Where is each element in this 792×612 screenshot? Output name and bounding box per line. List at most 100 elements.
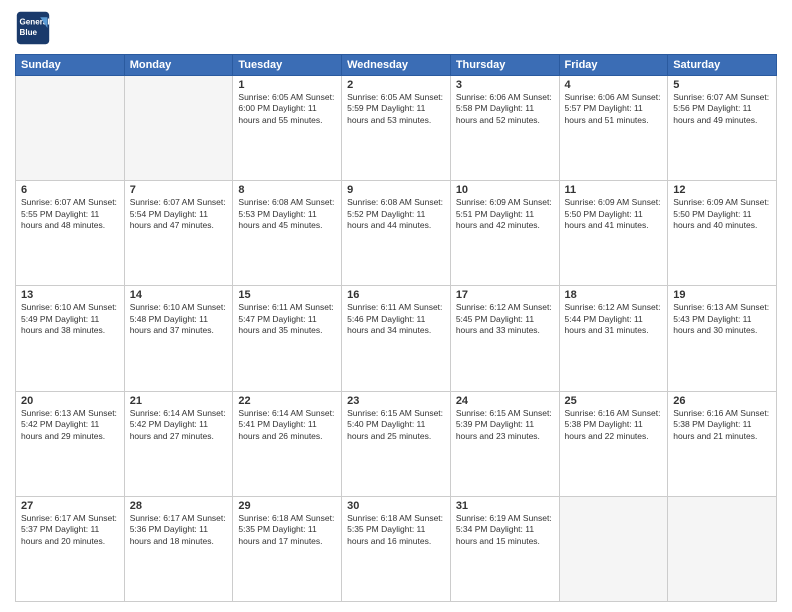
week-row-2: 6Sunrise: 6:07 AM Sunset: 5:55 PM Daylig… <box>16 181 777 286</box>
day-number: 17 <box>456 289 554 301</box>
cell-info: Sunrise: 6:06 AM Sunset: 5:58 PM Dayligh… <box>456 92 554 126</box>
cell-info: Sunrise: 6:06 AM Sunset: 5:57 PM Dayligh… <box>565 92 663 126</box>
weekday-header-thursday: Thursday <box>450 55 559 76</box>
cell-info: Sunrise: 6:16 AM Sunset: 5:38 PM Dayligh… <box>565 408 663 442</box>
cell-info: Sunrise: 6:12 AM Sunset: 5:45 PM Dayligh… <box>456 302 554 336</box>
day-number: 14 <box>130 289 228 301</box>
calendar-cell: 16Sunrise: 6:11 AM Sunset: 5:46 PM Dayli… <box>342 286 451 391</box>
day-number: 21 <box>130 395 228 407</box>
day-number: 2 <box>347 79 445 91</box>
calendar-cell: 5Sunrise: 6:07 AM Sunset: 5:56 PM Daylig… <box>668 76 777 181</box>
cell-info: Sunrise: 6:05 AM Sunset: 6:00 PM Dayligh… <box>238 92 336 126</box>
day-number: 25 <box>565 395 663 407</box>
cell-info: Sunrise: 6:15 AM Sunset: 5:39 PM Dayligh… <box>456 408 554 442</box>
week-row-3: 13Sunrise: 6:10 AM Sunset: 5:49 PM Dayli… <box>16 286 777 391</box>
calendar-cell: 17Sunrise: 6:12 AM Sunset: 5:45 PM Dayli… <box>450 286 559 391</box>
weekday-header-friday: Friday <box>559 55 668 76</box>
day-number: 6 <box>21 184 119 196</box>
cell-info: Sunrise: 6:17 AM Sunset: 5:37 PM Dayligh… <box>21 513 119 547</box>
day-number: 30 <box>347 500 445 512</box>
day-number: 26 <box>673 395 771 407</box>
weekday-header-wednesday: Wednesday <box>342 55 451 76</box>
day-number: 22 <box>238 395 336 407</box>
day-number: 5 <box>673 79 771 91</box>
cell-info: Sunrise: 6:11 AM Sunset: 5:46 PM Dayligh… <box>347 302 445 336</box>
calendar-cell: 27Sunrise: 6:17 AM Sunset: 5:37 PM Dayli… <box>16 496 125 601</box>
cell-info: Sunrise: 6:11 AM Sunset: 5:47 PM Dayligh… <box>238 302 336 336</box>
cell-info: Sunrise: 6:18 AM Sunset: 5:35 PM Dayligh… <box>238 513 336 547</box>
cell-info: Sunrise: 6:12 AM Sunset: 5:44 PM Dayligh… <box>565 302 663 336</box>
page: General Blue SundayMondayTuesdayWednesda… <box>0 0 792 612</box>
calendar-cell: 23Sunrise: 6:15 AM Sunset: 5:40 PM Dayli… <box>342 391 451 496</box>
calendar-cell: 24Sunrise: 6:15 AM Sunset: 5:39 PM Dayli… <box>450 391 559 496</box>
day-number: 11 <box>565 184 663 196</box>
day-number: 4 <box>565 79 663 91</box>
cell-info: Sunrise: 6:15 AM Sunset: 5:40 PM Dayligh… <box>347 408 445 442</box>
day-number: 7 <box>130 184 228 196</box>
calendar-cell: 21Sunrise: 6:14 AM Sunset: 5:42 PM Dayli… <box>124 391 233 496</box>
cell-info: Sunrise: 6:08 AM Sunset: 5:52 PM Dayligh… <box>347 197 445 231</box>
cell-info: Sunrise: 6:19 AM Sunset: 5:34 PM Dayligh… <box>456 513 554 547</box>
weekday-header-sunday: Sunday <box>16 55 125 76</box>
day-number: 29 <box>238 500 336 512</box>
calendar-cell: 3Sunrise: 6:06 AM Sunset: 5:58 PM Daylig… <box>450 76 559 181</box>
cell-info: Sunrise: 6:05 AM Sunset: 5:59 PM Dayligh… <box>347 92 445 126</box>
cell-info: Sunrise: 6:13 AM Sunset: 5:43 PM Dayligh… <box>673 302 771 336</box>
day-number: 24 <box>456 395 554 407</box>
calendar-cell: 9Sunrise: 6:08 AM Sunset: 5:52 PM Daylig… <box>342 181 451 286</box>
week-row-4: 20Sunrise: 6:13 AM Sunset: 5:42 PM Dayli… <box>16 391 777 496</box>
cell-info: Sunrise: 6:18 AM Sunset: 5:35 PM Dayligh… <box>347 513 445 547</box>
day-number: 19 <box>673 289 771 301</box>
cell-info: Sunrise: 6:10 AM Sunset: 5:48 PM Dayligh… <box>130 302 228 336</box>
day-number: 20 <box>21 395 119 407</box>
calendar-cell: 11Sunrise: 6:09 AM Sunset: 5:50 PM Dayli… <box>559 181 668 286</box>
calendar-cell: 2Sunrise: 6:05 AM Sunset: 5:59 PM Daylig… <box>342 76 451 181</box>
day-number: 18 <box>565 289 663 301</box>
weekday-header-tuesday: Tuesday <box>233 55 342 76</box>
day-number: 23 <box>347 395 445 407</box>
calendar-cell: 12Sunrise: 6:09 AM Sunset: 5:50 PM Dayli… <box>668 181 777 286</box>
calendar-cell: 19Sunrise: 6:13 AM Sunset: 5:43 PM Dayli… <box>668 286 777 391</box>
calendar-cell: 30Sunrise: 6:18 AM Sunset: 5:35 PM Dayli… <box>342 496 451 601</box>
cell-info: Sunrise: 6:07 AM Sunset: 5:56 PM Dayligh… <box>673 92 771 126</box>
cell-info: Sunrise: 6:16 AM Sunset: 5:38 PM Dayligh… <box>673 408 771 442</box>
cell-info: Sunrise: 6:14 AM Sunset: 5:42 PM Dayligh… <box>130 408 228 442</box>
day-number: 16 <box>347 289 445 301</box>
calendar-cell: 31Sunrise: 6:19 AM Sunset: 5:34 PM Dayli… <box>450 496 559 601</box>
calendar-cell: 28Sunrise: 6:17 AM Sunset: 5:36 PM Dayli… <box>124 496 233 601</box>
calendar-cell: 20Sunrise: 6:13 AM Sunset: 5:42 PM Dayli… <box>16 391 125 496</box>
cell-info: Sunrise: 6:09 AM Sunset: 5:50 PM Dayligh… <box>673 197 771 231</box>
calendar-cell <box>559 496 668 601</box>
weekday-header-row: SundayMondayTuesdayWednesdayThursdayFrid… <box>16 55 777 76</box>
cell-info: Sunrise: 6:17 AM Sunset: 5:36 PM Dayligh… <box>130 513 228 547</box>
calendar-cell: 4Sunrise: 6:06 AM Sunset: 5:57 PM Daylig… <box>559 76 668 181</box>
weekday-header-saturday: Saturday <box>668 55 777 76</box>
weekday-header-monday: Monday <box>124 55 233 76</box>
day-number: 9 <box>347 184 445 196</box>
day-number: 1 <box>238 79 336 91</box>
day-number: 10 <box>456 184 554 196</box>
day-number: 28 <box>130 500 228 512</box>
day-number: 31 <box>456 500 554 512</box>
day-number: 3 <box>456 79 554 91</box>
week-row-1: 1Sunrise: 6:05 AM Sunset: 6:00 PM Daylig… <box>16 76 777 181</box>
svg-text:Blue: Blue <box>20 28 38 37</box>
calendar-cell: 1Sunrise: 6:05 AM Sunset: 6:00 PM Daylig… <box>233 76 342 181</box>
calendar-cell: 8Sunrise: 6:08 AM Sunset: 5:53 PM Daylig… <box>233 181 342 286</box>
logo-icon: General Blue <box>15 10 51 46</box>
calendar-cell: 13Sunrise: 6:10 AM Sunset: 5:49 PM Dayli… <box>16 286 125 391</box>
calendar-cell: 14Sunrise: 6:10 AM Sunset: 5:48 PM Dayli… <box>124 286 233 391</box>
calendar-cell: 18Sunrise: 6:12 AM Sunset: 5:44 PM Dayli… <box>559 286 668 391</box>
cell-info: Sunrise: 6:09 AM Sunset: 5:50 PM Dayligh… <box>565 197 663 231</box>
cell-info: Sunrise: 6:08 AM Sunset: 5:53 PM Dayligh… <box>238 197 336 231</box>
calendar-table: SundayMondayTuesdayWednesdayThursdayFrid… <box>15 54 777 602</box>
header: General Blue <box>15 10 777 46</box>
calendar-cell: 15Sunrise: 6:11 AM Sunset: 5:47 PM Dayli… <box>233 286 342 391</box>
calendar-cell: 22Sunrise: 6:14 AM Sunset: 5:41 PM Dayli… <box>233 391 342 496</box>
calendar-cell: 29Sunrise: 6:18 AM Sunset: 5:35 PM Dayli… <box>233 496 342 601</box>
logo: General Blue <box>15 10 51 46</box>
day-number: 13 <box>21 289 119 301</box>
calendar-cell <box>16 76 125 181</box>
calendar-cell: 7Sunrise: 6:07 AM Sunset: 5:54 PM Daylig… <box>124 181 233 286</box>
cell-info: Sunrise: 6:13 AM Sunset: 5:42 PM Dayligh… <box>21 408 119 442</box>
